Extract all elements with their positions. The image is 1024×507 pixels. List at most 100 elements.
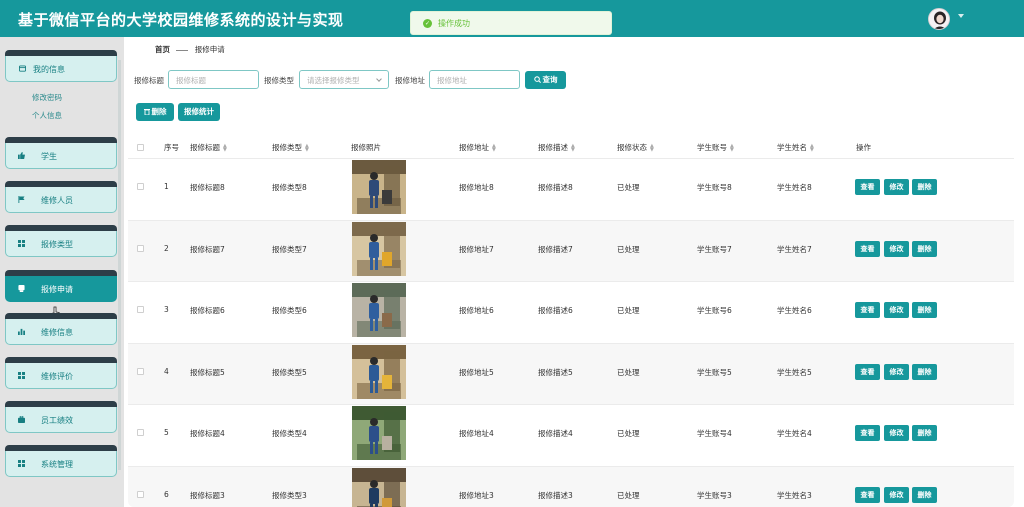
repair-photo[interactable]: [352, 467, 406, 507]
cell-index: 4: [164, 366, 169, 376]
cell-name: 学生姓名4: [777, 429, 812, 438]
delete-button[interactable]: 删除: [912, 179, 937, 195]
table-row: 6 报修标题3 报修类型3 报修地址3 报修描述3 已处理 学生账号3 学生姓名3 查看 修改 删除: [128, 465, 1014, 507]
repair-photo[interactable]: [352, 160, 406, 214]
repair-photo[interactable]: [352, 221, 406, 276]
cell-status: 已处理: [617, 429, 640, 438]
cell-index: 5: [164, 428, 169, 437]
submenu-personal-info[interactable]: 个人信息: [32, 110, 62, 121]
edit-button[interactable]: 修改: [884, 363, 909, 380]
user-avatar[interactable]: [928, 8, 950, 30]
cell-status: 已处理: [617, 490, 640, 500]
view-button[interactable]: 查看: [855, 179, 880, 195]
row-divider: [128, 281, 1014, 282]
sidebar-item-label: 维修评价: [41, 372, 73, 381]
repair-stats-button[interactable]: 报修统计: [178, 103, 220, 121]
cell-account: 学生账号4: [697, 429, 732, 438]
sidebar-item-student[interactable]: 学生: [5, 137, 117, 169]
edit-button[interactable]: 修改: [884, 425, 909, 441]
view-button[interactable]: 查看: [855, 486, 880, 503]
row-checkbox[interactable]: [137, 306, 144, 313]
header-title[interactable]: 报修标题 ▲ ▼: [190, 142, 227, 153]
cell-name: 学生姓名6: [777, 306, 812, 315]
search-title-input[interactable]: 报修标题: [168, 70, 259, 89]
batch-delete-button[interactable]: 删除: [136, 103, 174, 121]
repair-photo[interactable]: [352, 283, 406, 337]
header-ops: 操作: [856, 143, 871, 152]
edit-button[interactable]: 修改: [884, 486, 909, 503]
search-type-placeholder: 请选择报修类型: [307, 76, 360, 85]
sidebar-item-repair-info[interactable]: 维修信息: [5, 313, 117, 345]
view-button[interactable]: 查看: [855, 425, 880, 441]
cell-type: 报修类型6: [272, 306, 307, 315]
breadcrumb-home[interactable]: 首页: [155, 45, 170, 54]
sidebar-item-system-management[interactable]: 系统管理: [5, 445, 117, 477]
sidebar-scrollbar[interactable]: [118, 60, 121, 470]
sidebar-item-repair-evaluation[interactable]: 维修评价: [5, 357, 117, 389]
row-divider: [128, 158, 1014, 159]
check-circle-icon: ✓: [423, 19, 432, 28]
row-checkbox[interactable]: [137, 429, 144, 436]
sidebar-item-repair-type[interactable]: 报修类型: [5, 225, 117, 257]
thumbs-up-icon: [18, 152, 25, 159]
header-status[interactable]: 报修状态 ▲ ▼: [617, 142, 654, 153]
row-checkbox[interactable]: [137, 183, 144, 190]
delete-button[interactable]: 删除: [912, 302, 937, 318]
cell-type: 报修类型8: [272, 183, 307, 192]
sidebar-item-label: 系统管理: [41, 460, 73, 469]
view-button[interactable]: 查看: [855, 363, 880, 380]
grid-icon: [18, 460, 25, 467]
row-divider: [128, 404, 1014, 405]
submenu-change-password[interactable]: 修改密码: [32, 92, 62, 103]
cell-desc: 报修描述4: [538, 429, 573, 438]
caret-down-icon[interactable]: [958, 14, 964, 18]
cell-account: 学生账号3: [697, 490, 732, 500]
delete-button[interactable]: 删除: [912, 425, 937, 441]
delete-button[interactable]: 删除: [912, 486, 937, 503]
sidebar-item-label: 维修信息: [41, 328, 73, 337]
edit-button[interactable]: 修改: [884, 240, 909, 257]
select-all-checkbox[interactable]: [137, 144, 144, 151]
edit-button[interactable]: 修改: [884, 302, 909, 318]
cell-title: 报修标题6: [190, 306, 225, 315]
cell-status: 已处理: [617, 183, 640, 192]
cell-desc: 报修描述8: [538, 183, 573, 192]
sidebar-item-staff[interactable]: 维修人员: [5, 181, 117, 213]
repair-photo[interactable]: [352, 344, 406, 399]
edit-button[interactable]: 修改: [884, 179, 909, 195]
search-type-select[interactable]: 请选择报修类型: [299, 70, 389, 89]
header-account[interactable]: 学生账号 ▲ ▼: [697, 142, 734, 153]
query-button[interactable]: 查询: [525, 71, 566, 89]
header-name[interactable]: 学生姓名 ▲ ▼: [777, 142, 814, 153]
search-address-placeholder: 报修地址: [437, 76, 467, 85]
sidebar-item-label: 报修类型: [41, 240, 73, 249]
row-checkbox[interactable]: [137, 244, 144, 252]
header-type[interactable]: 报修类型 ▲ ▼: [272, 142, 309, 153]
toast-message: 操作成功: [438, 19, 470, 28]
sidebar-item-staff-performance[interactable]: 员工绩效: [5, 401, 117, 433]
breadcrumb-current: 报修申请: [194, 45, 225, 54]
delete-button[interactable]: 删除: [912, 363, 937, 380]
sidebar-item-profile[interactable]: 我的信息: [5, 50, 117, 82]
search-type-label: 报修类型: [264, 76, 294, 85]
flag-icon: [18, 196, 25, 203]
header-address[interactable]: 报修地址 ▲ ▼: [459, 142, 496, 153]
row-checkbox[interactable]: [137, 490, 144, 498]
sort-icon: ▲ ▼: [305, 143, 309, 153]
row-checkbox[interactable]: [137, 367, 144, 375]
search-address-input[interactable]: 报修地址: [429, 70, 520, 89]
sidebar-item-repair-application[interactable]: 报修申请: [5, 270, 117, 302]
cell-index: 2: [164, 243, 169, 253]
delete-button[interactable]: 删除: [912, 240, 937, 257]
grid-icon: [18, 240, 25, 247]
header-desc[interactable]: 报修描述 ▲ ▼: [538, 142, 575, 153]
cell-status: 已处理: [617, 306, 640, 315]
header-index: 序号: [164, 143, 179, 152]
view-button[interactable]: 查看: [855, 302, 880, 318]
repair-photo[interactable]: [352, 406, 406, 460]
cell-status: 已处理: [617, 244, 640, 254]
cell-account: 学生账号7: [697, 244, 732, 254]
cell-address: 报修地址4: [459, 429, 494, 438]
sort-icon: ▲ ▼: [810, 143, 814, 153]
view-button[interactable]: 查看: [855, 240, 880, 257]
